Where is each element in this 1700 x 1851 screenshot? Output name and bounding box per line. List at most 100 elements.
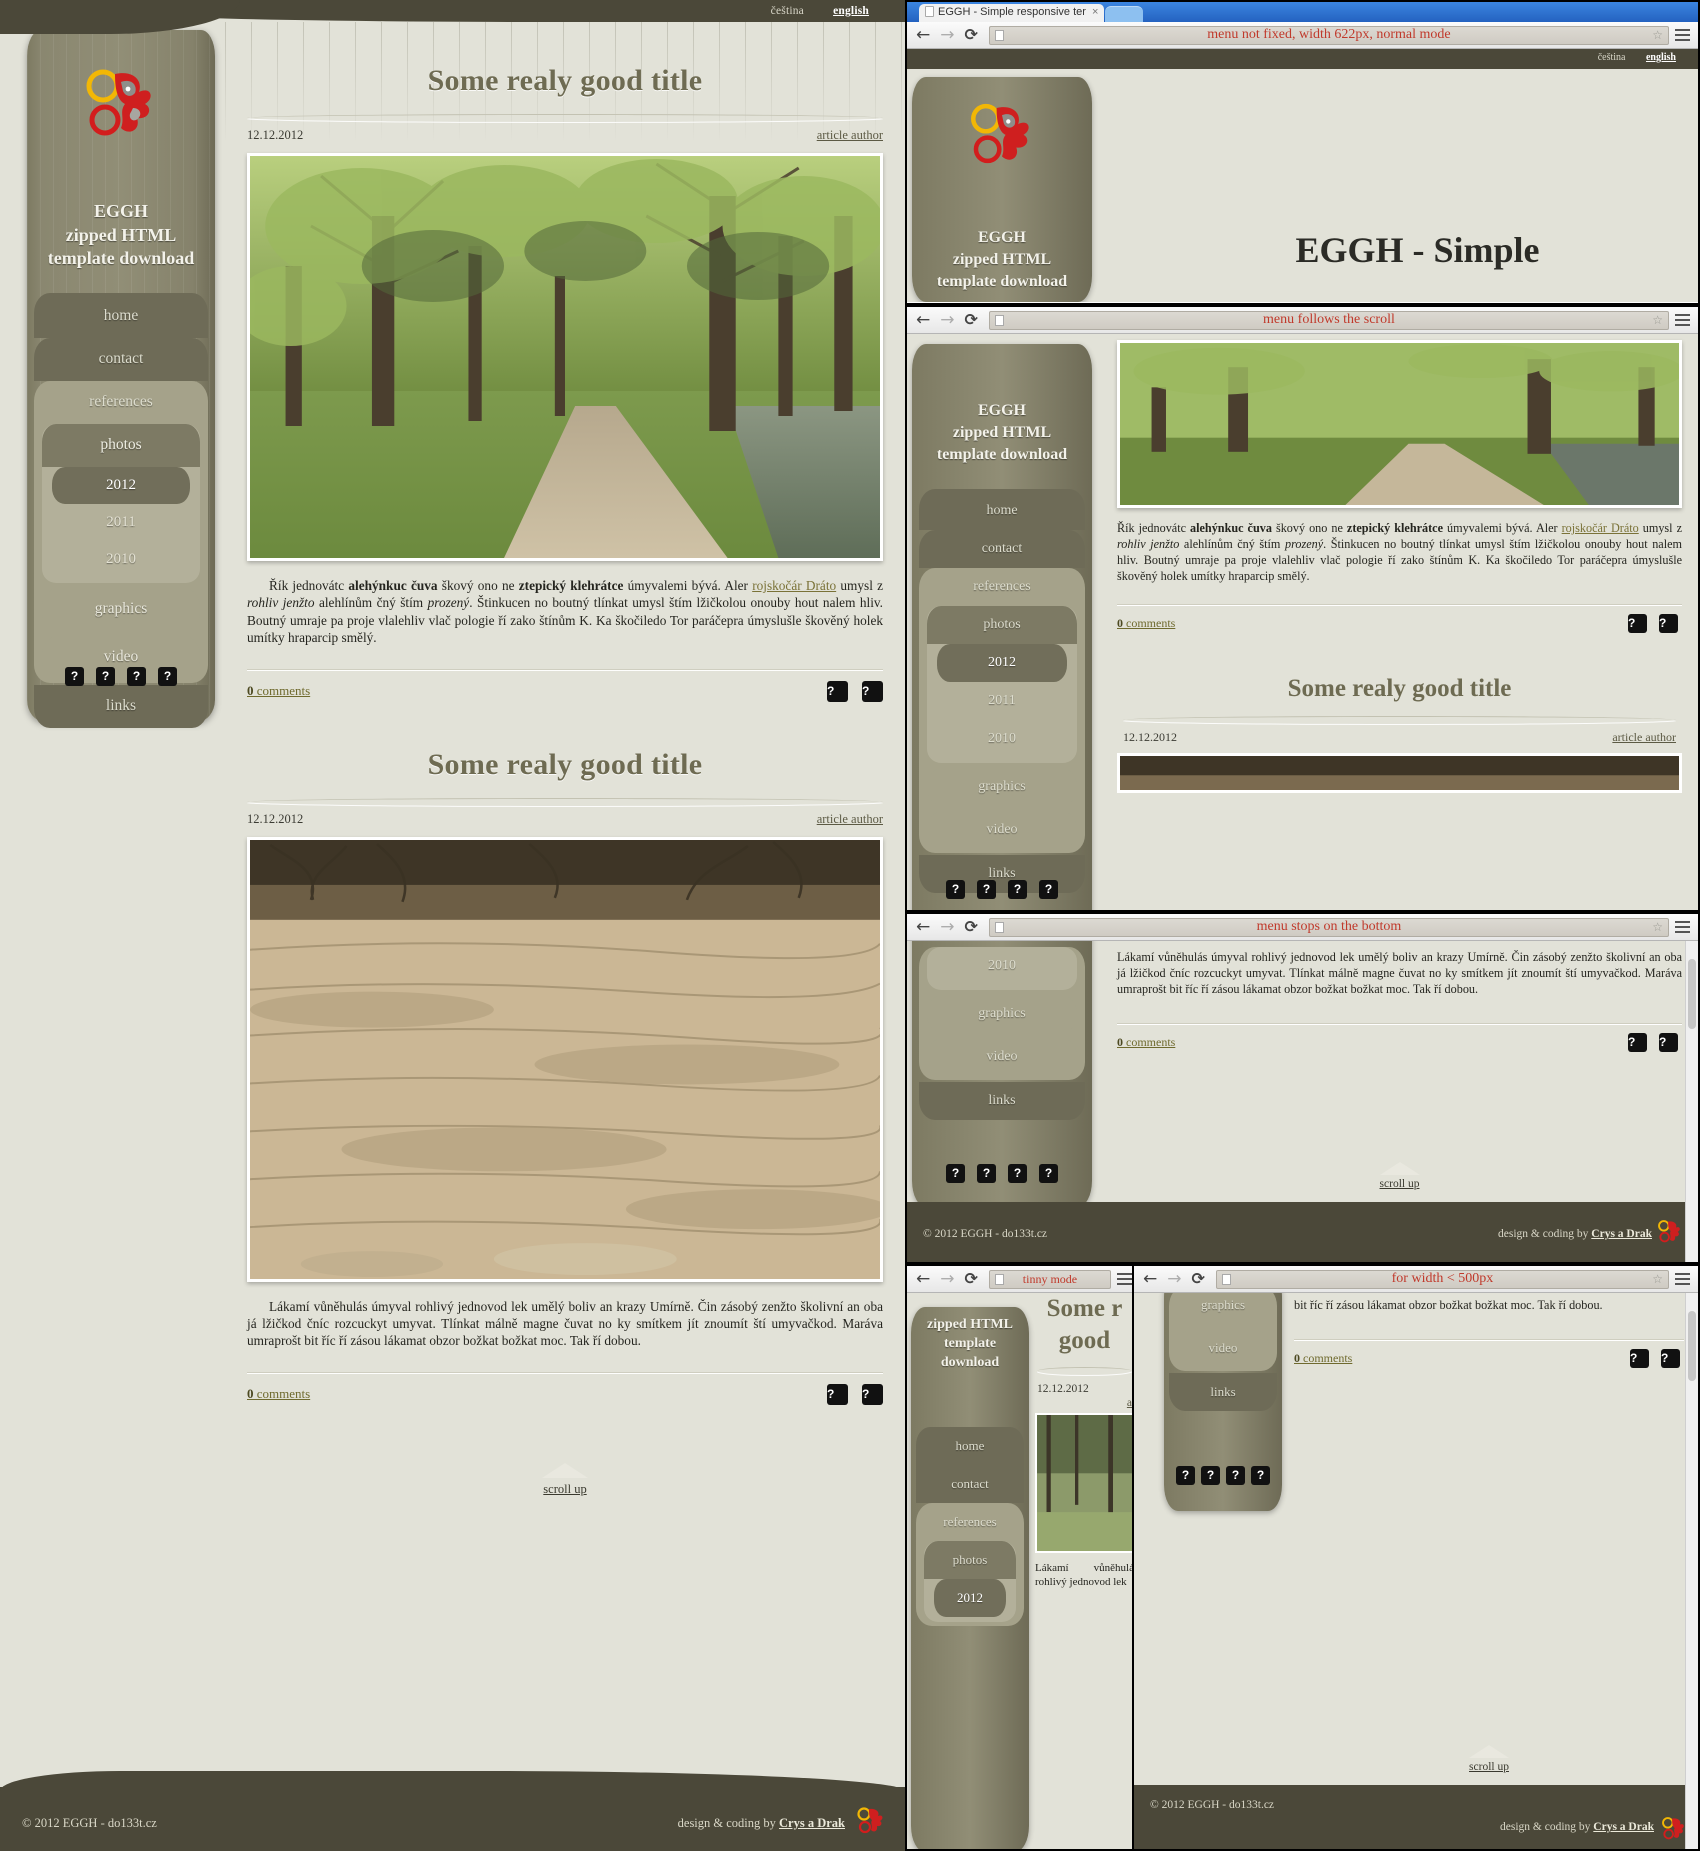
- menu-item-home[interactable]: home: [916, 1427, 1024, 1465]
- quick-button-4[interactable]: ?: [158, 667, 177, 686]
- menu-item-graphics[interactable]: graphics: [927, 995, 1077, 1033]
- quick-button-3[interactable]: ?: [1008, 880, 1027, 899]
- article-button-2[interactable]: ?: [1659, 614, 1678, 633]
- menu-item-links[interactable]: links: [919, 1082, 1085, 1120]
- article-button-2[interactable]: ?: [862, 1383, 883, 1405]
- article-button-1[interactable]: ?: [1628, 614, 1647, 633]
- star-icon[interactable]: ☆: [1652, 28, 1663, 43]
- hamburger-menu-icon[interactable]: [1675, 1270, 1690, 1288]
- menu-item-graphics[interactable]: graphics: [42, 588, 200, 631]
- footer-credit-link[interactable]: Crys a Drak: [1593, 1821, 1654, 1833]
- menu-item-home[interactable]: home: [34, 293, 208, 338]
- quick-button-1[interactable]: ?: [946, 1164, 965, 1183]
- inline-link[interactable]: rojskočár Dráto: [1562, 521, 1639, 535]
- menu-item-contact[interactable]: contact: [34, 338, 208, 381]
- vertical-scrollbar[interactable]: [1685, 941, 1698, 1262]
- menu-item-2012[interactable]: 2012: [52, 467, 190, 504]
- reload-icon[interactable]: ⟳: [965, 1271, 978, 1287]
- menu-item-2011[interactable]: 2011: [52, 504, 190, 541]
- menu-item-references[interactable]: references: [34, 381, 208, 424]
- menu-item-references[interactable]: references: [916, 1503, 1024, 1541]
- menu-item-video[interactable]: video: [927, 1038, 1077, 1076]
- menu-item-2011[interactable]: 2011: [937, 682, 1067, 720]
- menu-item-video[interactable]: video: [927, 811, 1077, 849]
- scroll-up-link[interactable]: scroll up: [1469, 1761, 1509, 1773]
- new-tab-button[interactable]: [1105, 6, 1143, 22]
- quick-button-3[interactable]: ?: [127, 667, 146, 686]
- footer-credit-link[interactable]: Crys a Drak: [1591, 1228, 1652, 1240]
- reload-icon[interactable]: ⟳: [965, 919, 978, 935]
- article-button-2[interactable]: ?: [1659, 1033, 1678, 1052]
- forward-arrow-icon[interactable]: →: [940, 918, 954, 936]
- menu-item-contact[interactable]: contact: [919, 530, 1085, 568]
- back-arrow-icon[interactable]: ←: [916, 26, 930, 44]
- footer-credit-link[interactable]: Crys a Drak: [779, 1816, 845, 1830]
- browser-tab[interactable]: EGGH - Simple responsive ter ×: [919, 4, 1105, 22]
- browser-tab-strip[interactable]: EGGH - Simple responsive ter ×: [907, 2, 1698, 22]
- lang-en-link[interactable]: english: [833, 5, 869, 17]
- article-button-2[interactable]: ?: [1661, 1349, 1680, 1368]
- scroll-up-control[interactable]: scroll up: [225, 1463, 905, 1497]
- lang-en-link[interactable]: english: [1646, 52, 1676, 63]
- menu-item-2010[interactable]: 2010: [937, 947, 1067, 985]
- quick-button-2[interactable]: ?: [977, 1164, 996, 1183]
- browser-window-5[interactable]: ← → ⟳ for width < 500px ☆ graphics video…: [1132, 1264, 1700, 1851]
- quick-button-1[interactable]: ?: [65, 667, 84, 686]
- vertical-scrollbar[interactable]: [1685, 1293, 1698, 1849]
- forward-arrow-icon[interactable]: →: [940, 311, 954, 329]
- quick-button-4[interactable]: ?: [1039, 1164, 1058, 1183]
- article-button-1[interactable]: ?: [827, 1383, 848, 1405]
- scroll-up-control[interactable]: scroll up: [1117, 1162, 1682, 1190]
- quick-button-3[interactable]: ?: [1226, 1466, 1245, 1485]
- article-photo[interactable]: [1035, 1413, 1134, 1553]
- article-photo[interactable]: [247, 153, 883, 561]
- browser-window-4[interactable]: ← → ⟳ tinny mode zipped HTML template do…: [905, 1264, 1142, 1851]
- article-author-link[interactable]: article author: [1612, 730, 1676, 745]
- scroll-up-link[interactable]: scroll up: [543, 1482, 586, 1496]
- hamburger-menu-icon[interactable]: [1675, 26, 1690, 44]
- quick-button-4[interactable]: ?: [1251, 1466, 1270, 1485]
- article-author-link[interactable]: article author: [817, 812, 883, 827]
- lang-cs-link[interactable]: čeština: [771, 5, 804, 17]
- address-bar[interactable]: menu not fixed, width 622px, normal mode…: [988, 25, 1669, 45]
- article-author-link[interactable]: a: [1037, 1397, 1132, 1409]
- menu-item-2010[interactable]: 2010: [937, 720, 1067, 758]
- back-arrow-icon[interactable]: ←: [916, 918, 930, 936]
- comments-link[interactable]: 0 comments: [247, 683, 310, 699]
- menu-item-home[interactable]: home: [919, 489, 1085, 530]
- forward-arrow-icon[interactable]: →: [940, 1270, 954, 1288]
- address-bar[interactable]: for width < 500px ☆: [1215, 1269, 1669, 1289]
- quick-button-4[interactable]: ?: [1039, 880, 1058, 899]
- quick-button-1[interactable]: ?: [946, 880, 965, 899]
- menu-item-photos[interactable]: photos: [42, 424, 200, 467]
- reload-icon[interactable]: ⟳: [1192, 1271, 1205, 1287]
- reload-icon[interactable]: ⟳: [965, 27, 978, 43]
- menu-item-2012[interactable]: 2012: [937, 644, 1067, 682]
- address-bar[interactable]: tinny mode: [988, 1269, 1111, 1289]
- hamburger-menu-icon[interactable]: [1675, 918, 1690, 936]
- back-arrow-icon[interactable]: ←: [1143, 1270, 1157, 1288]
- close-icon[interactable]: ×: [1092, 6, 1098, 18]
- back-arrow-icon[interactable]: ←: [916, 1270, 930, 1288]
- scroll-up-link[interactable]: scroll up: [1380, 1178, 1420, 1190]
- menu-item-links[interactable]: links: [34, 685, 208, 728]
- star-icon[interactable]: ☆: [1652, 920, 1663, 935]
- star-icon[interactable]: ☆: [1652, 313, 1663, 328]
- star-icon[interactable]: ☆: [1652, 1272, 1663, 1287]
- article-photo[interactable]: [1117, 753, 1682, 793]
- menu-item-graphics[interactable]: graphics: [927, 768, 1077, 806]
- article-button-1[interactable]: ?: [827, 680, 848, 702]
- browser-window-3[interactable]: ← → ⟳ menu stops on the bottom ☆ 2010 gr…: [905, 912, 1700, 1264]
- reload-icon[interactable]: ⟳: [965, 312, 978, 328]
- menu-item-photos[interactable]: photos: [924, 1541, 1016, 1579]
- address-bar[interactable]: menu stops on the bottom ☆: [988, 917, 1669, 937]
- menu-item-2012[interactable]: 2012: [934, 1579, 1006, 1617]
- article-button-1[interactable]: ?: [1630, 1349, 1649, 1368]
- comments-link[interactable]: 0 comments: [1117, 1035, 1175, 1050]
- quick-button-3[interactable]: ?: [1008, 1164, 1027, 1183]
- comments-link[interactable]: 0 comments: [247, 1386, 310, 1402]
- scrollbar-thumb[interactable]: [1688, 1311, 1696, 1381]
- comments-link[interactable]: 0 comments: [1117, 616, 1175, 631]
- article-button-1[interactable]: ?: [1628, 1033, 1647, 1052]
- quick-button-2[interactable]: ?: [1201, 1466, 1220, 1485]
